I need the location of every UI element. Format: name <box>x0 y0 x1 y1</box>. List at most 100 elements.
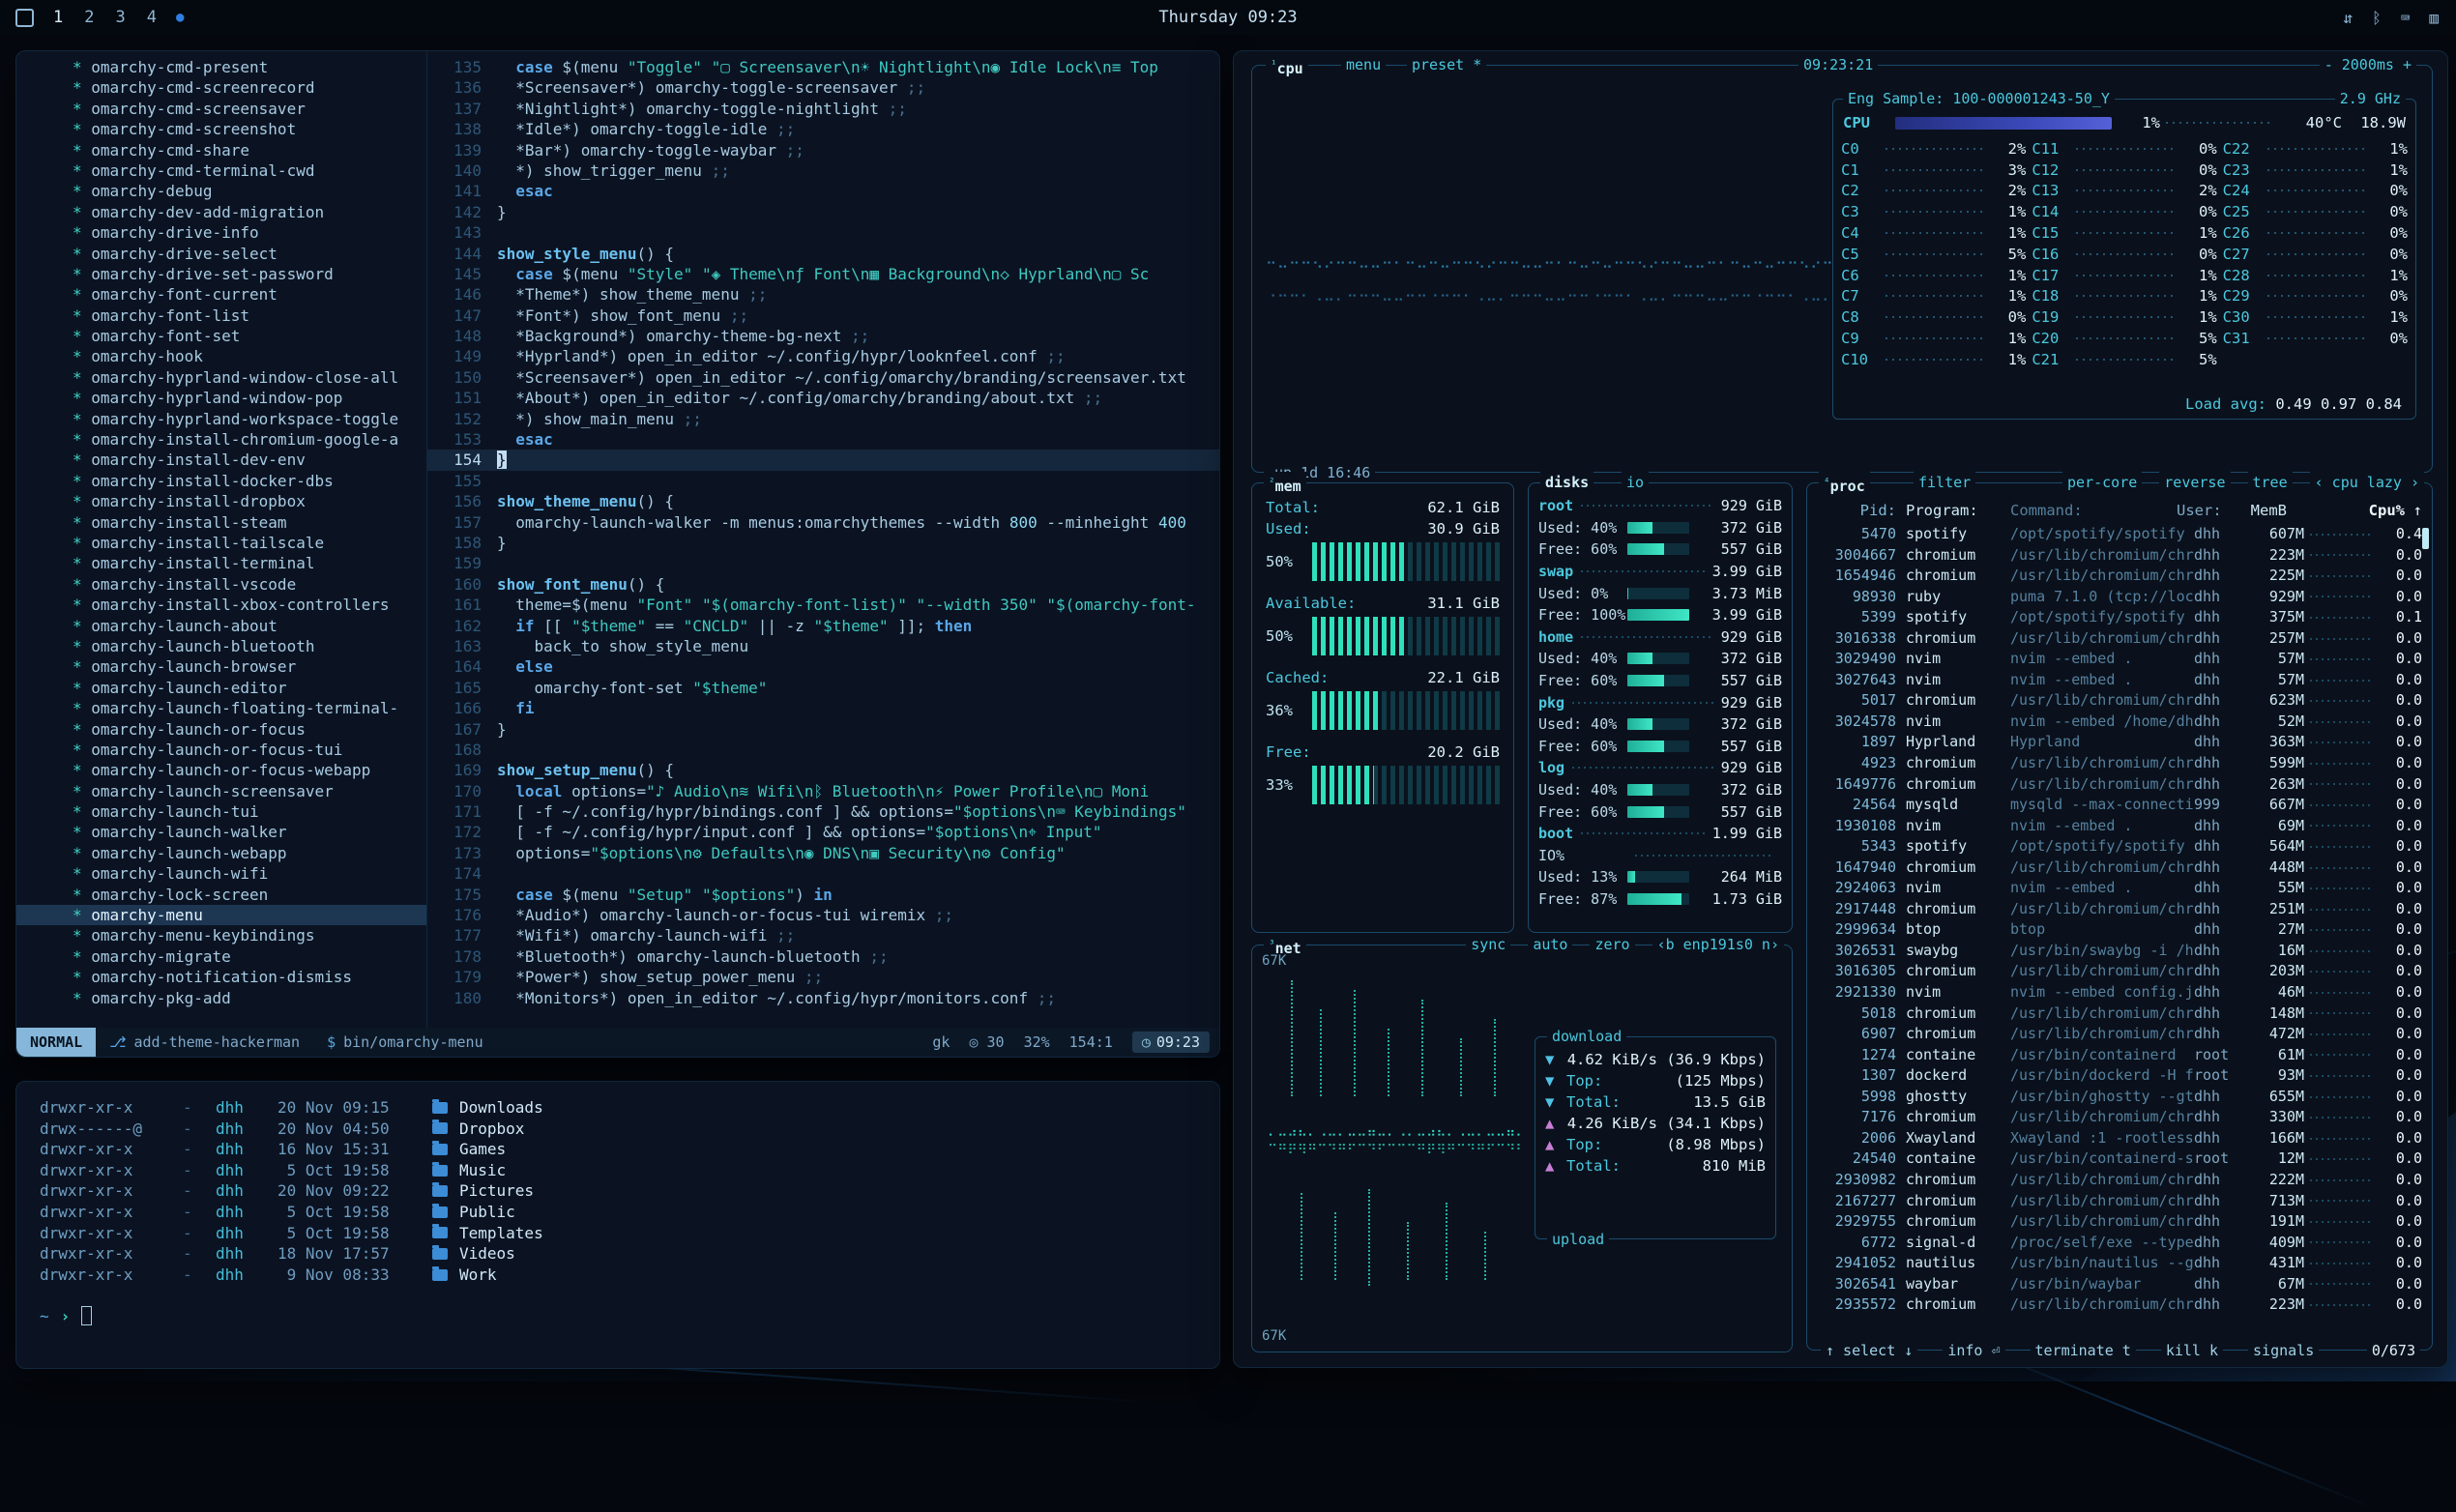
proc-row[interactable]: 1649776chromium/usr/lib/chromium/chromdh… <box>1807 774 2422 796</box>
editor-window[interactable]: * omarchy-cmd-present* omarchy-cmd-scree… <box>15 50 1220 1058</box>
proc-row[interactable]: 2006XwaylandXwayland :1 -rootless -dhh16… <box>1807 1128 2422 1149</box>
proc-row[interactable]: 5018chromium/usr/lib/chromium/chromdhh14… <box>1807 1003 2422 1025</box>
code-line[interactable]: 159 <box>427 553 1219 573</box>
code-line[interactable]: 169show_setup_menu() { <box>427 760 1219 780</box>
proc-row[interactable]: 3004667chromium/usr/lib/chromium/chromdh… <box>1807 545 2422 567</box>
code-line[interactable]: 155 <box>427 471 1219 491</box>
file-item[interactable]: * omarchy-hyprland-window-pop <box>16 388 426 408</box>
file-item[interactable]: * omarchy-menu-keybindings <box>16 925 426 945</box>
file-item[interactable]: * omarchy-launch-tui <box>16 801 426 822</box>
proc-row[interactable]: 2921330nvimnvim --embed config.jsodhh46M… <box>1807 982 2422 1003</box>
col-cpu[interactable]: Cpu% <box>2360 499 2405 522</box>
code-line[interactable]: 152 *) show_main_menu ;; <box>427 409 1219 429</box>
proc-row[interactable]: 2930982chromium/usr/lib/chromium/chromdh… <box>1807 1170 2422 1191</box>
proc-row[interactable]: 1930108nvimnvim --embed .dhh69M0.0 <box>1807 816 2422 837</box>
proc-row[interactable]: 2999634btopbtopdhh27M0.0 <box>1807 919 2422 941</box>
shell-prompt[interactable]: ~ › <box>40 1306 1196 1325</box>
code-line[interactable]: 145 case $(menu "Style" "◈ Theme\nƒ Font… <box>427 264 1219 284</box>
interface-selector[interactable]: ‹b enp191s0 n› <box>1652 934 1784 955</box>
workspace-2[interactable]: 2 <box>84 8 94 27</box>
file-item[interactable]: * omarchy-launch-walker <box>16 822 426 842</box>
code-line[interactable]: 154} <box>427 450 1219 470</box>
file-item[interactable]: * omarchy-launch-webapp <box>16 843 426 863</box>
per-core-toggle[interactable]: per-core <box>2062 472 2142 493</box>
file-item[interactable]: * omarchy-pkg-add <box>16 988 426 1008</box>
proc-row[interactable]: 2917448chromium/usr/lib/chromium/chromdh… <box>1807 899 2422 920</box>
proc-row[interactable]: 1654946chromium/usr/lib/chromium/chromdh… <box>1807 566 2422 587</box>
proc-row[interactable]: 5998ghostty/usr/bin/ghostty --gtk-dhh655… <box>1807 1087 2422 1108</box>
file-item[interactable]: * omarchy-launch-wifi <box>16 863 426 884</box>
file-item[interactable]: * omarchy-launch-screensaver <box>16 781 426 801</box>
proc-row[interactable]: 2929755chromium/usr/lib/chromium/chromdh… <box>1807 1211 2422 1233</box>
file-item[interactable]: * omarchy-launch-or-focus-tui <box>16 740 426 760</box>
code-line[interactable]: 172 [ -f ~/.config/hypr/input.conf ] && … <box>427 822 1219 842</box>
code-line[interactable]: 143 <box>427 222 1219 243</box>
launcher-icon[interactable] <box>15 9 34 27</box>
code-line[interactable]: 175 case $(menu "Setup" "$options") in <box>427 885 1219 905</box>
col-pid[interactable]: Pid: <box>1817 499 1906 522</box>
file-item[interactable]: * omarchy-install-tailscale <box>16 533 426 553</box>
code-line[interactable]: 140 *) show_trigger_menu ;; <box>427 160 1219 181</box>
proc-row[interactable]: 1307dockerd/usr/bin/dockerd -H fd:root93… <box>1807 1065 2422 1087</box>
file-item[interactable]: * omarchy-font-list <box>16 305 426 326</box>
battery-icon[interactable]: ▥ <box>2429 9 2439 27</box>
code-line[interactable]: 160show_font_menu() { <box>427 574 1219 595</box>
code-line[interactable]: 137 *Nightlight*) omarchy-toggle-nightli… <box>427 99 1219 119</box>
file-item[interactable]: * omarchy-migrate <box>16 946 426 967</box>
proc-footer-button[interactable]: signals <box>2248 1340 2319 1361</box>
code-line[interactable]: 168 <box>427 740 1219 760</box>
network-arrows-icon[interactable]: ⇵ <box>2343 9 2353 27</box>
file-item[interactable]: * omarchy-launch-bluetooth <box>16 636 426 656</box>
file-item[interactable]: * omarchy-font-current <box>16 284 426 305</box>
workspace-3[interactable]: 3 <box>116 8 126 27</box>
code-line[interactable]: 180 *Monitors*) open_in_editor ~/.config… <box>427 988 1219 1008</box>
proc-row[interactable]: 2941052nautilus/usr/bin/nautilus --gapdh… <box>1807 1253 2422 1274</box>
code-line[interactable]: 173 options="$options\n⚙ Defaults\n◉ DNS… <box>427 843 1219 863</box>
code-line[interactable]: 163 back_to show_style_menu <box>427 636 1219 656</box>
code-line[interactable]: 162 if [[ "$theme" == "CNCLD" || -z "$th… <box>427 616 1219 636</box>
file-item[interactable]: * omarchy-notification-dismiss <box>16 967 426 987</box>
code-line[interactable]: 164 else <box>427 656 1219 677</box>
sync-button[interactable]: sync <box>1466 934 1510 955</box>
proc-row[interactable]: 3026531swaybg/usr/bin/swaybg -i /homdhh1… <box>1807 941 2422 962</box>
code-line[interactable]: 174 <box>427 863 1219 884</box>
keyboard-icon[interactable]: ⌨ <box>2401 9 2411 27</box>
proc-row[interactable]: 1274containe/usr/bin/containerdroot61M0.… <box>1807 1045 2422 1066</box>
col-mem[interactable]: MemB <box>2231 499 2287 522</box>
proc-row[interactable]: 5470spotify/opt/spotify/spotify --dhh607… <box>1807 524 2422 545</box>
code-line[interactable]: 170 local options="♪ Audio\n≋ Wifi\nᛒ Bl… <box>427 781 1219 801</box>
code-line[interactable]: 138 *Idle*) omarchy-toggle-idle ;; <box>427 119 1219 139</box>
file-item[interactable]: * omarchy-launch-editor <box>16 678 426 698</box>
file-item[interactable]: * omarchy-hyprland-window-close-all <box>16 367 426 388</box>
filter-button[interactable]: filter <box>1914 472 1975 493</box>
file-item[interactable]: * omarchy-menu <box>16 905 426 925</box>
code-line[interactable]: 149 *Hyprland*) open_in_editor ~/.config… <box>427 346 1219 366</box>
proc-row[interactable]: 5017chromium/usr/lib/chromium/chromdhh62… <box>1807 690 2422 712</box>
file-item[interactable]: * omarchy-drive-info <box>16 222 426 243</box>
proc-scrollbar-thumb[interactable] <box>2422 528 2429 549</box>
file-item[interactable]: * omarchy-install-xbox-controllers <box>16 595 426 615</box>
code-line[interactable]: 179 *Power*) show_setup_power_menu ;; <box>427 967 1219 987</box>
btop-window[interactable]: ¹cpu menu preset * 09:23:21 - 2000ms + ⠒… <box>1233 50 2448 1368</box>
io-tab[interactable]: io <box>1622 472 1649 493</box>
code-line[interactable]: 165 omarchy-font-set "$theme" <box>427 678 1219 698</box>
file-item[interactable]: * omarchy-hyprland-workspace-toggle <box>16 409 426 429</box>
proc-row[interactable]: 24540containe/usr/bin/containerd-shiroot… <box>1807 1149 2422 1170</box>
col-program[interactable]: Program: <box>1906 499 2010 522</box>
col-command[interactable]: Command: <box>2010 499 2177 522</box>
proc-row[interactable]: 6907chromium/usr/lib/chromium/chromdhh47… <box>1807 1024 2422 1045</box>
file-item[interactable]: * omarchy-install-terminal <box>16 553 426 573</box>
code-line[interactable]: 148 *Background*) omarchy-theme-bg-next … <box>427 326 1219 346</box>
code-line[interactable]: 151 *About*) open_in_editor ~/.config/om… <box>427 388 1219 408</box>
code-line[interactable]: 157 omarchy-launch-walker -m menus:omarc… <box>427 512 1219 533</box>
code-line[interactable]: 167} <box>427 719 1219 740</box>
code-line[interactable]: 147 *Font*) show_font_menu ;; <box>427 305 1219 326</box>
menu-button[interactable]: menu <box>1341 54 1386 75</box>
code-line[interactable]: 153 esac <box>427 429 1219 450</box>
tree-toggle[interactable]: tree <box>2248 472 2293 493</box>
code-line[interactable]: 144show_style_menu() { <box>427 244 1219 264</box>
file-item[interactable]: * omarchy-cmd-screenshot <box>16 119 426 139</box>
file-item[interactable]: * omarchy-debug <box>16 181 426 201</box>
workspace-4[interactable]: 4 <box>147 8 157 27</box>
proc-row[interactable]: 2167277chromium/usr/lib/chromium/chromdh… <box>1807 1191 2422 1212</box>
